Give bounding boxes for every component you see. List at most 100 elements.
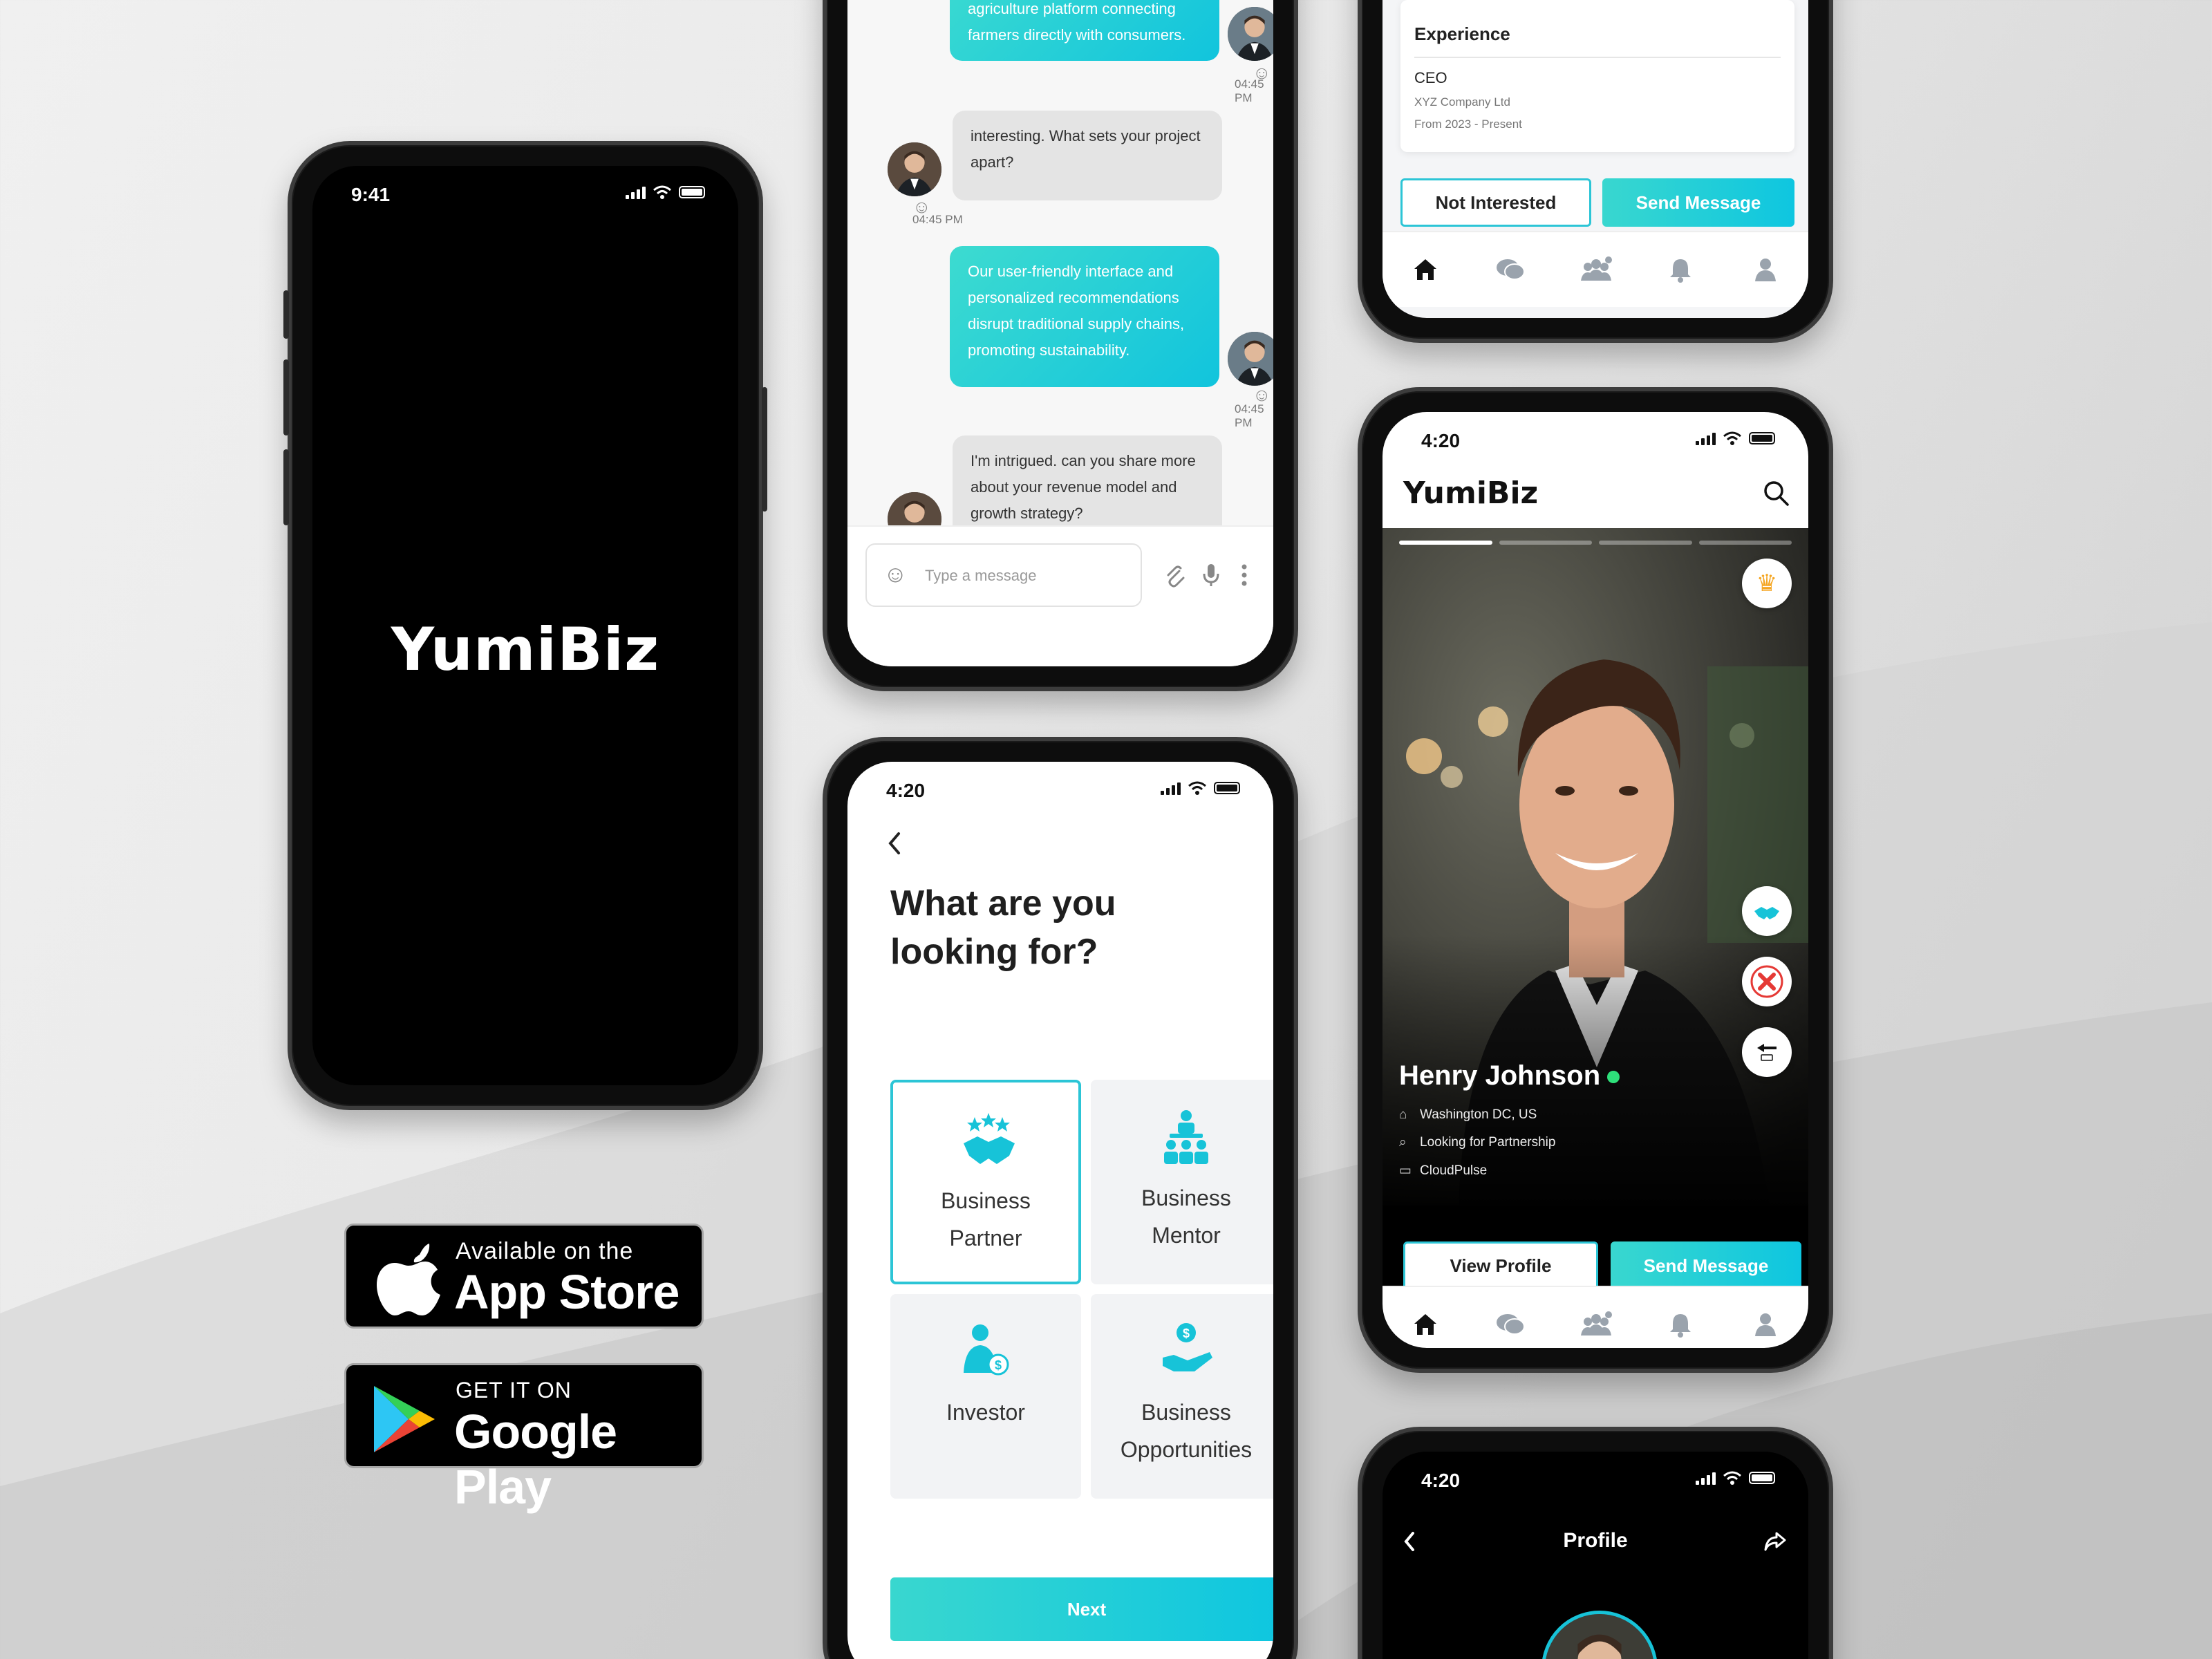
people-icon[interactable] [1575, 249, 1616, 290]
splash-logo: YumiBiz [391, 615, 660, 684]
profile-company: ▭ CloudPulse [1399, 1163, 1487, 1179]
battery-icon [1214, 782, 1240, 794]
message-bubble-out: Our user-friendly interface and personal… [950, 246, 1219, 387]
option-label: Business Mentor [1141, 1185, 1231, 1248]
option-business-partner[interactable]: Business Partner [890, 1080, 1081, 1284]
divider [1414, 57, 1781, 58]
profile-location: ⌂ Washington DC, US [1399, 1107, 1537, 1123]
attach-icon[interactable] [1164, 564, 1185, 588]
app-logo: YumiBiz [1403, 476, 1539, 511]
back-arrow-icon[interactable] [1742, 1027, 1792, 1077]
profile-location-text: Washington DC, US [1420, 1107, 1537, 1122]
status-icons [626, 185, 705, 199]
profile-photo[interactable]: ♛ Henry Johnson ⌂ Washington DC, US ⌕ Look… [1382, 528, 1808, 1206]
status-icons [1696, 1471, 1775, 1485]
experience-card: Experience CEO XYZ Company Ltd From 2023… [1400, 0, 1794, 152]
experience-title: Experience [1414, 24, 1510, 44]
experience-screen: Experience CEO XYZ Company Ltd From 2023… [1382, 0, 1808, 318]
option-investor[interactable]: $ Investor [890, 1294, 1081, 1499]
profile-name-text: Henry Johnson [1399, 1060, 1601, 1091]
status-time: 4:20 [1421, 1470, 1461, 1491]
chat-icon[interactable] [1490, 1304, 1531, 1345]
status-bar: 4:20 [1382, 412, 1808, 467]
option-business-mentor[interactable]: Business Mentor [1091, 1080, 1273, 1284]
experience-phone: Experience CEO XYZ Company Ltd From 2023… [1358, 0, 1833, 343]
share-icon[interactable] [1763, 1530, 1788, 1553]
status-bar: 9:41 [312, 166, 738, 221]
profile-screen: 4:20 Profile [1382, 1452, 1808, 1659]
handshake-stars-icon [964, 1113, 1015, 1164]
experience-role: CEO [1414, 69, 1447, 86]
battery-icon [1749, 432, 1775, 444]
mentor-group-icon [1164, 1110, 1208, 1164]
back-chevron-icon[interactable] [886, 831, 903, 856]
chat-icon[interactable] [1490, 249, 1531, 290]
investor-icon: $ [964, 1324, 1009, 1376]
profile-looking: ⌕ Looking for Partnership [1399, 1135, 1555, 1150]
google-play-badge[interactable]: GET IT ON Google Play [344, 1363, 704, 1514]
status-time: 4:20 [886, 780, 926, 801]
profile-avatar [1541, 1611, 1658, 1659]
profile-name: Henry Johnson [1399, 1060, 1620, 1091]
react-icon: ☺ [1253, 384, 1271, 405]
app-store-badge[interactable]: Available on the App Store [344, 1224, 704, 1329]
briefcase-icon: ▭ [1399, 1163, 1412, 1178]
svg-text:$: $ [1183, 1327, 1190, 1340]
avatar [888, 142, 941, 196]
home-icon[interactable] [1405, 249, 1446, 290]
message-bubble-out: agriculture platform connecting farmers … [950, 0, 1219, 61]
handshake-icon[interactable] [1742, 886, 1792, 936]
message-timestamp: 04:45 PM [1235, 402, 1264, 429]
option-business-opportunities[interactable]: $ Business Opportunities [1091, 1294, 1273, 1499]
signal-icon [1161, 781, 1181, 795]
splash-screen: 9:41 YumiBiz [312, 166, 738, 1085]
not-interested-button[interactable]: Not Interested [1400, 178, 1591, 227]
status-icons [1161, 781, 1240, 795]
battery-icon [679, 186, 705, 198]
message-input[interactable]: ☺ Type a message [865, 543, 1142, 607]
home-icon[interactable] [1405, 1304, 1446, 1345]
signal-icon [1696, 1471, 1716, 1485]
bell-icon[interactable] [1660, 1304, 1701, 1345]
signal-icon [626, 185, 646, 199]
send-message-button[interactable]: Send Message [1611, 1241, 1801, 1290]
status-bar: 4:20 [1382, 1452, 1808, 1507]
battery-icon [1749, 1472, 1775, 1484]
decline-icon[interactable] [1742, 957, 1792, 1006]
profile-looking-text: Looking for Partnership [1420, 1135, 1556, 1150]
discover-phone: 4:20 YumiBiz ♛ Henry Johnson ⌂ Washingto… [1358, 387, 1833, 1373]
discover-screen: 4:20 YumiBiz ♛ Henry Johnson ⌂ Washingto… [1382, 412, 1808, 1348]
search-icon[interactable] [1763, 480, 1790, 507]
people-icon[interactable] [1575, 1304, 1616, 1345]
view-profile-button[interactable]: View Profile [1403, 1241, 1598, 1290]
experience-dates: From 2023 - Present [1414, 118, 1522, 131]
bell-icon[interactable] [1660, 249, 1701, 290]
react-icon: ☺ [912, 196, 931, 217]
signal-icon [1696, 431, 1716, 445]
crown-icon[interactable]: ♛ [1742, 559, 1792, 608]
message-bubble-in: interesting. What sets your project apar… [953, 111, 1222, 200]
send-message-button[interactable]: Send Message [1602, 178, 1794, 227]
option-label: Business Opportunities [1120, 1400, 1253, 1462]
more-vertical-icon[interactable] [1240, 564, 1248, 586]
status-time: 9:41 [351, 184, 391, 205]
react-icon: ☺ [1253, 62, 1271, 83]
search-outline-icon: ⌕ [1399, 1135, 1407, 1150]
user-icon[interactable] [1745, 1304, 1786, 1345]
svg-text:$: $ [995, 1358, 1002, 1372]
option-label: Business Partner [941, 1188, 1031, 1250]
next-button[interactable]: Next [890, 1577, 1273, 1641]
microphone-icon[interactable] [1201, 563, 1221, 588]
phone-side-button [283, 359, 289, 435]
tab-bar [1382, 1286, 1808, 1348]
user-icon[interactable] [1745, 249, 1786, 290]
chat-phone: agriculture platform connecting farmers … [823, 0, 1298, 691]
message-input-placeholder: Type a message [925, 567, 1037, 584]
tab-bar [1382, 231, 1808, 307]
emoji-icon[interactable]: ☺ [883, 563, 908, 586]
hand-coin-icon: $ [1163, 1323, 1212, 1371]
app-store-line1: Available on the [456, 1238, 634, 1264]
phone-side-button [283, 449, 289, 525]
status-bar: 4:20 [847, 762, 1273, 817]
online-indicator [1607, 1071, 1620, 1084]
